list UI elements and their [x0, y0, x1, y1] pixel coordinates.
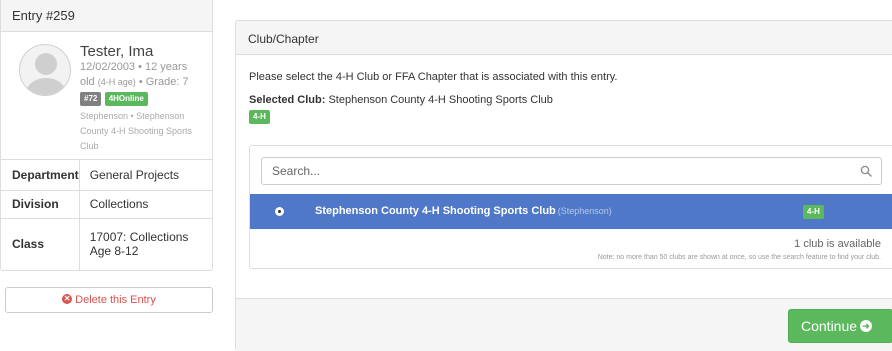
- club-picker: Stephenson County 4-H Shooting Sports Cl…: [249, 145, 892, 269]
- entry-details-table: Department General Projects Division Col…: [1, 160, 212, 270]
- delete-entry-button[interactable]: ✕ Delete this Entry: [5, 287, 213, 313]
- profile-dob: 12/02/2003 • 12 years: [80, 61, 188, 73]
- profile-name: Tester, Ima: [80, 43, 154, 60]
- avatar-icon: [19, 44, 71, 96]
- selected-club-type-badge: 4-H: [249, 110, 270, 124]
- profile-card: Tester, Ima 12/02/2003 • 12 years old (4…: [1, 32, 212, 160]
- search-icon[interactable]: [860, 165, 872, 177]
- panel-title: Club/Chapter: [236, 21, 892, 55]
- club-name: Stephenson County 4-H Shooting Sports Cl…: [315, 205, 612, 217]
- remove-circle-icon: ✕: [62, 294, 73, 305]
- entry-panel: Entry #259 Tester, Ima 12/02/2003 • 12 y…: [0, 0, 213, 271]
- panel-footer: Continue ➜: [236, 298, 892, 351]
- profile-age-grade: old (4-H age) • Grade: 7: [80, 76, 189, 88]
- club-count-text: 1 club is available: [794, 238, 881, 250]
- entry-title: Entry #259: [1, 0, 212, 32]
- profile-address: Stephenson • Stephenson County 4-H Shoot…: [80, 111, 193, 151]
- club-chapter-panel: Club/Chapter Please select the 4-H Club …: [235, 20, 892, 351]
- arrow-circle-right-icon: ➜: [860, 320, 873, 333]
- search-limit-note: Note: no more than 50 clubs are shown at…: [597, 254, 881, 261]
- search-box: [261, 157, 882, 185]
- 4honline-badge: 4HOnline: [104, 92, 148, 106]
- detail-row-class: Class 17007: Collections Age 8-12: [1, 218, 212, 270]
- detail-row-division: Division Collections: [1, 190, 212, 219]
- instructions-text: Please select the 4-H Club or FFA Chapte…: [249, 71, 618, 83]
- selected-club-text: Selected Club: Stephenson County 4-H Sho…: [249, 94, 553, 106]
- member-number-badge: #72: [80, 92, 102, 106]
- detail-row-department: Department General Projects: [1, 160, 212, 191]
- continue-button[interactable]: Continue ➜: [788, 309, 892, 343]
- search-input[interactable]: [262, 158, 842, 184]
- club-radio-button[interactable]: [275, 207, 284, 216]
- club-list-item[interactable]: Stephenson County 4-H Shooting Sports Cl…: [250, 194, 892, 229]
- club-type-badge: 4-H: [803, 205, 824, 219]
